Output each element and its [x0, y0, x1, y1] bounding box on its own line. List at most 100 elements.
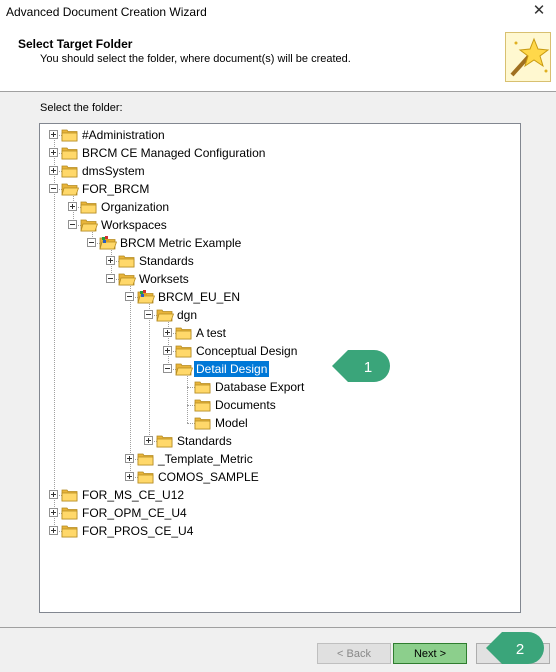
expand-icon[interactable]	[125, 472, 134, 481]
tree-node-label[interactable]: Conceptual Design	[194, 343, 299, 359]
tree-node-label[interactable]: Worksets	[137, 271, 191, 287]
tree-node[interactable]: FOR_OPM_CE_U4	[40, 504, 510, 522]
tree-node[interactable]: BRCM Metric Example	[40, 234, 510, 252]
open-folder-icon	[156, 308, 175, 322]
collapse-icon[interactable]	[144, 310, 153, 319]
tree-node[interactable]: Standards	[40, 432, 510, 450]
tree-node-label[interactable]: dmsSystem	[80, 163, 147, 179]
tree-node-label[interactable]: Model	[213, 415, 250, 431]
tree-label: Select the folder:	[40, 102, 123, 114]
open-folder-icon	[118, 272, 137, 286]
tree-node-label[interactable]: A test	[194, 325, 228, 341]
collapse-icon[interactable]	[87, 238, 96, 247]
folder-icon	[194, 416, 212, 430]
window-title: Advanced Document Creation Wizard	[6, 5, 207, 19]
tree-node[interactable]: A test	[40, 324, 510, 342]
tree-node[interactable]: FOR_MS_CE_U12	[40, 486, 510, 504]
next-button[interactable]: Next >	[393, 643, 467, 664]
close-icon[interactable]: ✕	[527, 0, 551, 22]
tree-node[interactable]: Model	[40, 414, 510, 432]
folder-icon	[194, 380, 212, 394]
footer-divider	[0, 627, 556, 628]
collapse-icon[interactable]	[163, 364, 172, 373]
folder-icon	[61, 146, 79, 160]
tree-node[interactable]: Conceptual Design	[40, 342, 510, 360]
folder-icon	[137, 452, 155, 466]
open-folder-icon	[175, 362, 194, 376]
tree-node[interactable]: Standards	[40, 252, 510, 270]
folder-icon	[61, 164, 79, 178]
folder-icon	[175, 326, 193, 340]
tree-node[interactable]: Worksets	[40, 270, 510, 288]
tree-node-label[interactable]: BRCM_EU_EN	[156, 289, 242, 305]
tree-node-label[interactable]: BRCM Metric Example	[118, 235, 243, 251]
tree-node-label[interactable]: #Administration	[80, 127, 167, 143]
folder-icon	[80, 200, 98, 214]
tree-node-label[interactable]: Documents	[213, 397, 278, 413]
tree-node-label[interactable]: Database Export	[213, 379, 306, 395]
expand-icon[interactable]	[49, 526, 58, 535]
tree-node-label[interactable]: Organization	[99, 199, 171, 215]
callout-1: 1	[332, 350, 390, 382]
folder-icon	[61, 488, 79, 502]
tree-node[interactable]: Organization	[40, 198, 510, 216]
expand-icon[interactable]	[125, 454, 134, 463]
wizard-star-icon	[505, 32, 551, 82]
folder-icon	[156, 434, 174, 448]
tree-node-label[interactable]: Standards	[175, 433, 234, 449]
expand-icon[interactable]	[163, 346, 172, 355]
tree-node[interactable]: Workspaces	[40, 216, 510, 234]
special-folder-icon	[99, 236, 118, 250]
folder-icon	[61, 524, 79, 538]
tree-node-label[interactable]: BRCM CE Managed Configuration	[80, 145, 267, 161]
tree-node[interactable]: COMOS_SAMPLE	[40, 468, 510, 486]
open-folder-icon	[61, 182, 80, 196]
expand-icon[interactable]	[49, 148, 58, 157]
folder-icon	[175, 344, 193, 358]
tree-node[interactable]: BRCM_EU_EN	[40, 288, 510, 306]
expand-icon[interactable]	[49, 508, 58, 517]
tree-node-label[interactable]: FOR_MS_CE_U12	[80, 487, 186, 503]
expand-icon[interactable]	[68, 202, 77, 211]
tree-node[interactable]: FOR_PROS_CE_U4	[40, 522, 510, 540]
collapse-icon[interactable]	[106, 274, 115, 283]
tree-node-label[interactable]: COMOS_SAMPLE	[156, 469, 261, 485]
tree-node[interactable]: Database Export	[40, 378, 510, 396]
tree-node-label[interactable]: dgn	[175, 307, 199, 323]
tree-node-label[interactable]: Detail Design	[194, 361, 270, 377]
tree-node[interactable]: dmsSystem	[40, 162, 510, 180]
tree-node[interactable]: #Administration	[40, 126, 510, 144]
collapse-icon[interactable]	[68, 220, 77, 229]
tree-node[interactable]: dgn	[40, 306, 510, 324]
collapse-icon[interactable]	[49, 184, 58, 193]
tree-node-label[interactable]: Standards	[137, 253, 196, 269]
open-folder-icon	[80, 218, 99, 232]
page-title: Select Target Folder	[18, 37, 133, 51]
tree-node[interactable]: BRCM CE Managed Configuration	[40, 144, 510, 162]
expand-icon[interactable]	[49, 490, 58, 499]
page-subtitle: You should select the folder, where docu…	[40, 53, 351, 65]
tree-node[interactable]: Documents	[40, 396, 510, 414]
expand-icon[interactable]	[49, 130, 58, 139]
back-button[interactable]: < Back	[317, 643, 391, 664]
folder-icon	[61, 506, 79, 520]
callout-2-number: 2	[516, 641, 524, 658]
folder-icon	[137, 470, 155, 484]
expand-icon[interactable]	[106, 256, 115, 265]
tree-node-label[interactable]: Workspaces	[99, 217, 169, 233]
expand-icon[interactable]	[49, 166, 58, 175]
folder-icon	[61, 128, 79, 142]
folder-tree[interactable]: #Administration BRCM CE Managed Configura…	[39, 123, 521, 613]
tree-node[interactable]: _Template_Metric	[40, 450, 510, 468]
expand-icon[interactable]	[163, 328, 172, 337]
wizard-header: Select Target Folder You should select t…	[0, 24, 556, 92]
callout-1-number: 1	[364, 359, 372, 376]
tree-node-label[interactable]: FOR_OPM_CE_U4	[80, 505, 189, 521]
collapse-icon[interactable]	[125, 292, 134, 301]
tree-node-label[interactable]: _Template_Metric	[156, 451, 255, 467]
tree-node-label[interactable]: FOR_BRCM	[80, 181, 151, 197]
tree-node[interactable]: Detail Design	[40, 360, 510, 378]
tree-node-label[interactable]: FOR_PROS_CE_U4	[80, 523, 195, 539]
tree-node[interactable]: FOR_BRCM	[40, 180, 510, 198]
expand-icon[interactable]	[144, 436, 153, 445]
